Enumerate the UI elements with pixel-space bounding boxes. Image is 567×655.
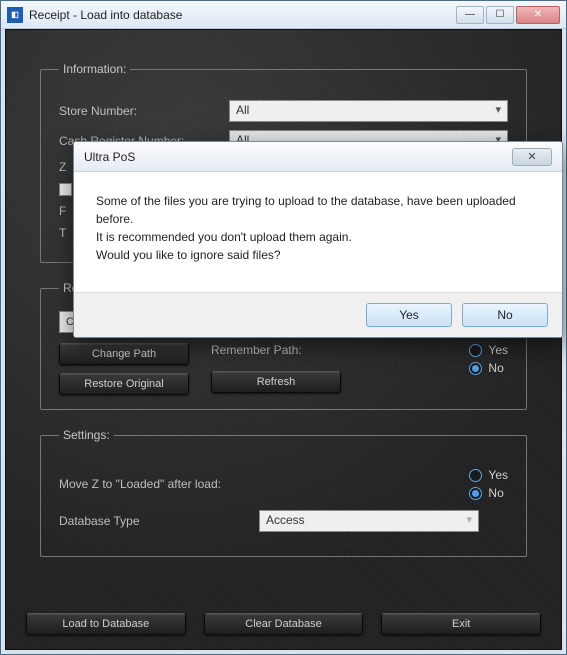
client-area: Information: Store Number: All Cash Regi…	[5, 29, 562, 650]
remember-yes-radio[interactable]	[469, 344, 482, 357]
settings-group: Settings: Move Z to "Loaded" after load:…	[40, 428, 527, 557]
close-button[interactable]: ✕	[516, 6, 560, 24]
movez-radio-group: Yes No	[469, 468, 508, 500]
minimize-button[interactable]: —	[456, 6, 484, 24]
th-checkbox[interactable]	[59, 183, 72, 196]
minimize-icon: —	[465, 10, 475, 20]
dialog-footer: Yes No	[74, 292, 562, 337]
remember-path-radio-group: Yes No	[469, 343, 508, 375]
dialog-yes-button[interactable]: Yes	[366, 303, 452, 327]
movez-yes-radio[interactable]	[469, 469, 482, 482]
titlebar[interactable]: ◧ Receipt - Load into database — ☐ ✕	[1, 1, 566, 29]
dialog-line2: It is recommended you don't upload them …	[96, 228, 540, 246]
confirm-dialog: Ultra PoS ✕ Some of the files you are tr…	[73, 141, 563, 338]
maximize-button[interactable]: ☐	[486, 6, 514, 24]
dialog-title: Ultra PoS	[84, 150, 135, 164]
dialog-line3: Would you like to ignore said files?	[96, 246, 540, 264]
clear-database-button[interactable]: Clear Database	[204, 613, 364, 635]
settings-legend: Settings:	[59, 428, 114, 442]
dbtype-select[interactable]: Access	[259, 510, 479, 532]
remember-no-label: No	[488, 361, 503, 375]
change-path-button[interactable]: Change Path	[59, 343, 189, 365]
remember-yes-label: Yes	[488, 343, 508, 357]
close-icon: ✕	[527, 150, 536, 163]
exit-button[interactable]: Exit	[381, 613, 541, 635]
refresh-button[interactable]: Refresh	[211, 371, 341, 393]
main-window: ◧ Receipt - Load into database — ☐ ✕ Inf…	[0, 0, 567, 655]
close-icon: ✕	[534, 10, 542, 20]
dbtype-label: Database Type	[59, 514, 259, 528]
dialog-line1: Some of the files you are trying to uplo…	[96, 192, 540, 228]
app-icon: ◧	[7, 7, 23, 23]
remember-no-radio[interactable]	[469, 362, 482, 375]
window-controls: — ☐ ✕	[456, 6, 560, 24]
movez-no-label: No	[488, 486, 503, 500]
window-title: Receipt - Load into database	[29, 8, 182, 22]
load-to-database-button[interactable]: Load to Database	[26, 613, 186, 635]
maximize-icon: ☐	[496, 10, 505, 20]
movez-yes-label: Yes	[488, 468, 508, 482]
dialog-titlebar[interactable]: Ultra PoS ✕	[74, 142, 562, 172]
movez-no-radio[interactable]	[469, 487, 482, 500]
restore-original-button[interactable]: Restore Original	[59, 373, 189, 395]
store-number-value: All	[236, 103, 249, 117]
dialog-body: Some of the files you are trying to uplo…	[74, 172, 562, 292]
store-number-label: Store Number:	[59, 104, 229, 118]
information-legend: Information:	[59, 62, 130, 76]
store-number-select[interactable]: All	[229, 100, 508, 122]
dbtype-value: Access	[266, 513, 305, 527]
bottom-button-bar: Load to Database Clear Database Exit	[26, 613, 541, 635]
dialog-no-button[interactable]: No	[462, 303, 548, 327]
movez-label: Move Z to "Loaded" after load:	[59, 477, 259, 491]
dialog-close-button[interactable]: ✕	[512, 148, 552, 166]
remember-path-label: Remember Path:	[211, 343, 341, 357]
